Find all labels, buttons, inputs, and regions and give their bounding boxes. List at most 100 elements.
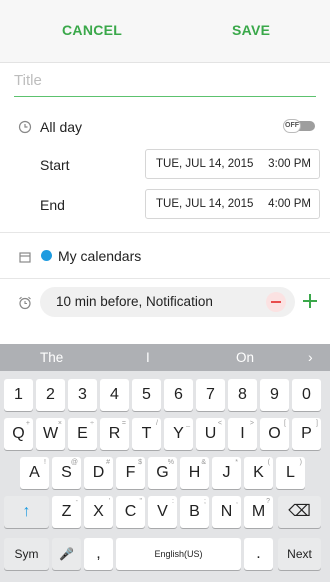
all-day-toggle[interactable]: OFF — [283, 119, 316, 133]
clock-icon — [18, 120, 32, 134]
toggle-knob: OFF — [283, 119, 301, 133]
reminder-label: 10 min before, Notification — [56, 294, 213, 309]
backspace-key[interactable]: ⌫ — [278, 496, 321, 528]
key-v[interactable]: V: — [148, 496, 177, 528]
divider — [0, 232, 330, 233]
start-datetime-button[interactable]: TUE, JUL 14, 2015 3:00 PM — [145, 149, 320, 179]
key-s[interactable]: S @ — [52, 457, 81, 489]
key-u[interactable]: U < — [196, 418, 225, 450]
key-d[interactable]: D # — [84, 457, 113, 489]
key-p[interactable]: P] — [292, 418, 321, 450]
key-letter: K — [253, 464, 264, 481]
period-key[interactable]: . — [244, 538, 273, 570]
cancel-button[interactable]: CANCEL — [62, 22, 122, 38]
suggestion-item[interactable]: On — [236, 350, 254, 365]
key-letter: H — [188, 464, 201, 481]
comma-key[interactable]: , — [84, 538, 113, 570]
key-letter: C — [124, 503, 137, 520]
end-datetime-button[interactable]: TUE, JUL 14, 2015 4:00 PM — [145, 189, 320, 219]
space-key[interactable]: English(US) — [116, 538, 241, 570]
suggestion-expand-icon[interactable]: › — [308, 349, 313, 365]
key-i[interactable]: I > — [228, 418, 257, 450]
remove-reminder-button[interactable] — [266, 292, 286, 312]
key-f[interactable]: F $ — [116, 457, 145, 489]
key-alt-symbol: ) — [299, 459, 302, 466]
key-m[interactable]: M? — [244, 496, 273, 528]
key-2[interactable]: 2 — [36, 379, 65, 411]
key-x[interactable]: X ' — [84, 496, 113, 528]
key-5[interactable]: 5 — [132, 379, 161, 411]
key-g[interactable]: G% — [148, 457, 177, 489]
end-date: TUE, JUL 14, 2015 — [156, 198, 254, 210]
shift-key[interactable]: ↑ — [4, 496, 49, 528]
top-action-bar: CANCEL SAVE — [0, 0, 330, 63]
all-day-label: All day — [40, 119, 83, 135]
key-letter: O — [268, 425, 281, 442]
key-alt-symbol: + — [25, 420, 30, 427]
key-alt-symbol: % — [167, 459, 174, 466]
key-9[interactable]: 9 — [260, 379, 289, 411]
sym-key[interactable]: Sym — [4, 538, 49, 570]
key-letter: Y — [173, 425, 184, 442]
key-alt-symbol: ; — [204, 498, 206, 505]
key-letter: E — [77, 425, 88, 442]
key-e[interactable]: E ÷ — [68, 418, 97, 450]
key-3[interactable]: 3 — [68, 379, 97, 411]
key-l[interactable]: L) — [276, 457, 305, 489]
suggestion-item[interactable]: I — [146, 350, 150, 365]
key-alt-symbol: @ — [70, 459, 78, 466]
key-q[interactable]: Q + — [4, 418, 33, 450]
calendar-selector[interactable]: My calendars — [58, 248, 141, 264]
key-6[interactable]: 6 — [164, 379, 193, 411]
mic-key[interactable]: 🎤 — [52, 538, 81, 570]
reminder-item[interactable]: 10 min before, Notification — [40, 287, 295, 317]
key-alt-symbol: $ — [138, 459, 142, 466]
key-t[interactable]: T / — [132, 418, 161, 450]
key-j[interactable]: J * — [212, 457, 241, 489]
key-alt-symbol: _ — [186, 420, 190, 427]
start-label: Start — [40, 157, 70, 173]
key-alt-symbol: < — [217, 420, 222, 427]
key-b[interactable]: B; — [180, 496, 209, 528]
key-letter: P — [301, 425, 312, 442]
calendar-icon — [19, 252, 31, 263]
key-7[interactable]: 7 — [196, 379, 225, 411]
save-button[interactable]: SAVE — [232, 22, 270, 38]
key-1[interactable]: 1 — [4, 379, 33, 411]
calendar-color-dot — [41, 250, 52, 261]
start-time: 3:00 PM — [268, 158, 311, 170]
title-input[interactable] — [14, 66, 314, 94]
keyboard: The I On › 1 2 3 4 5 6 7 8 9 0 Q + W × E ÷ … — [0, 344, 330, 582]
divider — [0, 278, 330, 279]
key-alt-symbol: , — [236, 498, 238, 505]
key-r[interactable]: R = — [100, 418, 129, 450]
key-4[interactable]: 4 — [100, 379, 129, 411]
key-c[interactable]: C " — [116, 496, 145, 528]
end-time: 4:00 PM — [268, 198, 311, 210]
key-alt-symbol: : — [172, 498, 174, 505]
key-letter: V — [157, 503, 168, 520]
key-y[interactable]: Y _ — [164, 418, 193, 450]
key-alt-symbol: ! — [44, 459, 46, 466]
key-o[interactable]: O[ — [260, 418, 289, 450]
key-z[interactable]: Z- — [52, 496, 81, 528]
suggestion-item[interactable]: The — [40, 350, 63, 365]
key-k[interactable]: K( — [244, 457, 273, 489]
key-alt-symbol: [ — [284, 420, 286, 427]
alarm-icon — [19, 296, 31, 310]
key-alt-symbol: × — [57, 420, 62, 427]
key-alt-symbol: ] — [316, 420, 318, 427]
key-alt-symbol: # — [106, 459, 110, 466]
add-reminder-button[interactable] — [301, 292, 319, 310]
key-letter: B — [189, 503, 200, 520]
key-w[interactable]: W × — [36, 418, 65, 450]
next-key[interactable]: Next — [278, 538, 321, 570]
key-0[interactable]: 0 — [292, 379, 321, 411]
key-alt-symbol: * — [235, 459, 238, 466]
key-h[interactable]: H & — [180, 457, 209, 489]
key-alt-symbol: / — [156, 420, 158, 427]
key-8[interactable]: 8 — [228, 379, 257, 411]
key-a[interactable]: A! — [20, 457, 49, 489]
key-n[interactable]: N, — [212, 496, 241, 528]
key-alt-symbol: " — [139, 498, 143, 505]
